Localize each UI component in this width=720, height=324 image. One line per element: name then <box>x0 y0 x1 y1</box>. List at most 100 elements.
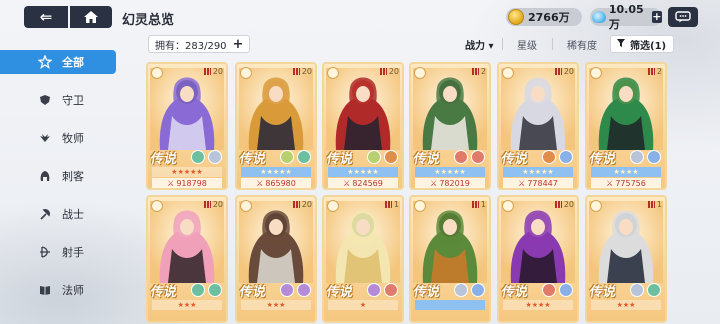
hero-card[interactable]: 20 传说 ★★★ <box>146 195 228 323</box>
sidebar-item-all[interactable]: 全部 <box>0 50 116 74</box>
hero-card[interactable]: 2 传说 ★★★★★ ⚔ 782019 <box>409 62 491 190</box>
hero-level: 20 <box>203 67 223 76</box>
sidebar-item-label: 守卫 <box>62 94 84 107</box>
power-number: 865980 <box>265 178 296 188</box>
level-bars-icon <box>554 201 562 208</box>
hero-portrait <box>413 68 487 150</box>
power-icon: ⚔ <box>606 178 614 188</box>
sort-by-power[interactable]: 战力 ▾ <box>465 37 494 52</box>
power-icon: ⚔ <box>167 178 175 188</box>
hero-level-value: 20 <box>212 67 223 76</box>
bow-icon <box>38 245 52 259</box>
home-button[interactable] <box>70 6 112 28</box>
hero-card[interactable]: 20 传说 ★★★★ <box>497 195 579 323</box>
expand-slots-plus[interactable]: + <box>233 37 244 52</box>
back-arrow-icon: ⇐ <box>39 8 53 26</box>
divider <box>552 38 553 50</box>
power-value: ⚔ 865980 <box>241 178 311 188</box>
element-icon <box>647 150 661 164</box>
hero-card[interactable]: 20 传说 ★★★★★ ⚔ 824569 <box>322 62 404 190</box>
element-icon <box>208 150 222 164</box>
hero-level: 1 <box>384 200 399 209</box>
hero-portrait <box>589 201 663 283</box>
star-rating: ★★★★ <box>503 300 573 310</box>
element-icon <box>297 150 311 164</box>
top-bar: ⇐ 幻灵总览 2766万 10.05万 + <box>0 0 720 34</box>
faction-icon <box>191 150 205 164</box>
owned-count: 拥有：283/290 <box>155 40 227 52</box>
hero-level-value: 20 <box>301 200 312 209</box>
lock-icon <box>590 200 602 212</box>
wing-icon <box>38 131 52 145</box>
back-button[interactable]: ⇐ <box>24 6 68 28</box>
sidebar-item-assassin[interactable]: 刺客 <box>28 164 116 188</box>
divider <box>502 38 503 50</box>
star-icon <box>38 55 52 69</box>
hero-card[interactable]: 20 传说 ★★★★★ ⚔ 865980 <box>235 62 317 190</box>
lock-icon <box>414 67 426 79</box>
sort-power-label: 战力 <box>465 41 485 52</box>
element-icon <box>208 283 222 297</box>
faction-icon <box>542 150 556 164</box>
owned-count-box[interactable]: 拥有：283/290 + <box>148 35 250 53</box>
sidebar-item-mage[interactable]: 法师 <box>28 278 116 302</box>
sidebar-item-label: 全部 <box>62 56 84 69</box>
faction-icon <box>367 150 381 164</box>
star-rating-stars: ★★★ <box>616 301 636 309</box>
star-rating: ★★★★★ <box>328 167 398 177</box>
sidebar-item-warrior[interactable]: 战士 <box>28 202 116 226</box>
power-icon: ⚔ <box>343 178 351 188</box>
lock-icon <box>240 200 252 212</box>
lock-icon <box>151 200 163 212</box>
hero-level-value: 1 <box>656 200 662 209</box>
hero-card[interactable]: 2 传说 ★★★★ ⚔ 775756 <box>585 62 667 190</box>
power-value: ⚔ 775756 <box>591 178 661 188</box>
sort-by-star[interactable]: 星级 <box>517 37 537 52</box>
star-rating-stars: ★★★ <box>177 301 197 309</box>
sidebar-item-archer[interactable]: 射手 <box>28 240 116 264</box>
hood-icon <box>38 169 52 183</box>
element-icon <box>559 150 573 164</box>
power-value: ⚔ 778447 <box>503 178 573 188</box>
element-icon <box>384 283 398 297</box>
star-rating-stars: ★★★★★ <box>522 168 554 176</box>
power-number: 775756 <box>615 178 646 188</box>
hero-card[interactable]: 20 传说 ★★★★★ ⚔ 778447 <box>497 62 579 190</box>
hero-card[interactable]: 1 传说 <box>409 195 491 323</box>
hero-portrait <box>501 68 575 150</box>
hero-card[interactable]: 1 传说 ★★★ <box>585 195 667 323</box>
sidebar-item-guard[interactable]: 守卫 <box>28 88 116 112</box>
star-rating: ★★★★★ <box>241 167 311 177</box>
hero-level: 1 <box>471 200 486 209</box>
faction-icon <box>280 150 294 164</box>
hero-portrait <box>413 201 487 283</box>
hero-card[interactable]: 1 传说 ★ <box>322 195 404 323</box>
axe-icon <box>38 207 52 221</box>
power-icon: ⚔ <box>430 178 438 188</box>
hero-level: 2 <box>647 67 662 76</box>
rarity-label: 传说 <box>412 285 441 300</box>
sidebar-item-priest[interactable]: 牧师 <box>28 126 116 150</box>
lock-icon <box>327 200 339 212</box>
star-rating-stars: ★★★★★ <box>347 168 379 176</box>
faction-icon <box>454 283 468 297</box>
filter-bar: 拥有：283/290 + 战力 ▾ 星级 稀有度 筛选(1) <box>148 34 674 54</box>
filter-button[interactable]: 筛选(1) <box>610 35 674 53</box>
chat-button[interactable] <box>668 7 698 27</box>
add-gems-button[interactable]: + <box>651 11 662 23</box>
power-value: ⚔ 782019 <box>415 178 485 188</box>
sidebar-item-label: 射手 <box>62 246 84 259</box>
hero-level-value: 1 <box>393 200 399 209</box>
hero-card[interactable]: 20 传说 ★★★ <box>235 195 317 323</box>
hero-portrait <box>326 201 400 283</box>
sort-by-rarity[interactable]: 稀有度 <box>567 37 597 52</box>
hero-level-value: 20 <box>563 67 574 76</box>
star-rating-stars: ★★★★★ <box>171 168 203 176</box>
faction-icon <box>191 283 205 297</box>
power-value: ⚔ 824569 <box>328 178 398 188</box>
page-title: 幻灵总览 <box>122 13 175 28</box>
hero-card[interactable]: 20 传说 ★★★★★ ⚔ 918798 <box>146 62 228 190</box>
level-bars-icon <box>647 201 655 208</box>
hero-level: 20 <box>379 67 399 76</box>
power-number: 778447 <box>527 178 558 188</box>
